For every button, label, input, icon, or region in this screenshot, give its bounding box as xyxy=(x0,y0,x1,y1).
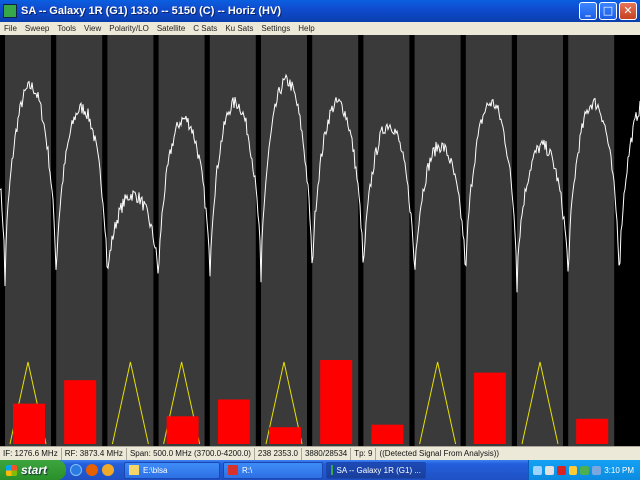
signal-bar xyxy=(217,399,250,444)
spectrum-analyzer-icon xyxy=(3,4,17,18)
status-rf: RF: 3873.4 MHz xyxy=(62,447,127,460)
channel-band xyxy=(414,35,461,446)
maximize-button[interactable]: □ xyxy=(599,2,617,20)
task-button-spectrum-analyzer[interactable]: SA -- Galaxy 1R (G1) ... xyxy=(326,461,426,479)
channel-band xyxy=(158,35,205,446)
spectrum-chart[interactable] xyxy=(0,35,640,446)
title-bar: SA -- Galaxy 1R (G1) 133.0 -- 5150 (C) -… xyxy=(0,0,640,22)
menu-settings[interactable]: Settings xyxy=(257,24,294,33)
signal-bar xyxy=(473,372,506,444)
media-player-icon[interactable] xyxy=(102,464,114,476)
folder-icon xyxy=(129,465,139,475)
channel-band xyxy=(261,35,307,446)
channel-band xyxy=(107,35,154,446)
signal-bar xyxy=(64,380,97,444)
status-message: ((Detected Signal From Analysis)) xyxy=(379,448,500,458)
menu-tools[interactable]: Tools xyxy=(53,24,80,33)
update-icon[interactable] xyxy=(580,465,590,475)
security-icon[interactable] xyxy=(568,465,578,475)
antivirus-icon[interactable] xyxy=(556,465,566,475)
signal-bar xyxy=(371,424,404,444)
spectrum-plot[interactable] xyxy=(0,35,640,446)
minimize-button[interactable]: _ xyxy=(579,2,597,20)
task-label: SA -- Galaxy 1R (G1) ... xyxy=(336,465,421,475)
menu-sweep[interactable]: Sweep xyxy=(21,24,53,33)
taskbar: start E:\blsa R:\ SA -- Galaxy 1R (G1) .… xyxy=(0,460,640,480)
signal-bar xyxy=(320,360,353,444)
signal-bar xyxy=(166,416,199,444)
channel-band xyxy=(568,35,615,446)
menu-satellite[interactable]: Satellite xyxy=(153,24,189,33)
channel-band xyxy=(363,35,410,446)
status-count: 3880/28534 xyxy=(302,447,352,460)
system-tray: 3:10 PM xyxy=(528,460,640,480)
ie-icon[interactable] xyxy=(70,464,82,476)
volume-icon[interactable] xyxy=(544,465,554,475)
start-button[interactable]: start xyxy=(0,460,66,480)
drive-icon xyxy=(228,465,238,475)
status-span: Span: 500.0 MHz (3700.0-4200.0) xyxy=(127,447,255,460)
usb-icon[interactable] xyxy=(592,465,602,475)
menu-ku-sats[interactable]: Ku Sats xyxy=(221,24,257,33)
task-label: E:\blsa xyxy=(143,465,168,475)
task-label: R:\ xyxy=(242,465,253,475)
channel-band xyxy=(209,35,256,446)
menu-c-sats[interactable]: C Sats xyxy=(189,24,221,33)
menu-file[interactable]: File xyxy=(0,24,21,33)
close-button[interactable]: ✕ xyxy=(619,2,637,20)
signal-bar xyxy=(13,403,45,444)
signal-bar xyxy=(269,427,301,444)
menu-bar: File Sweep Tools View Polarity/LO Satell… xyxy=(0,22,640,35)
firefox-icon[interactable] xyxy=(86,464,98,476)
status-if: IF: 1276.6 MHz xyxy=(0,447,62,460)
task-button-drive[interactable]: R:\ xyxy=(223,461,323,479)
spectrum-analyzer-icon xyxy=(331,465,333,475)
signal-bar xyxy=(576,418,609,444)
window-title: SA -- Galaxy 1R (G1) 133.0 -- 5150 (C) -… xyxy=(21,5,281,17)
clock: 3:10 PM xyxy=(604,465,634,475)
status-bar: IF: 1276.6 MHz RF: 3873.4 MHz Span: 500.… xyxy=(0,446,640,460)
channel-band xyxy=(5,35,51,446)
task-button-folder[interactable]: E:\blsa xyxy=(124,461,220,479)
menu-polarity-lo[interactable]: Polarity/LO xyxy=(105,24,153,33)
status-cursor: 238 2353.0 xyxy=(255,447,302,460)
windows-logo-icon xyxy=(6,464,17,476)
status-tp: Tp: 9 xyxy=(351,447,377,460)
start-label: start xyxy=(21,463,48,477)
menu-view[interactable]: View xyxy=(80,24,105,33)
menu-help[interactable]: Help xyxy=(294,24,318,33)
channel-band xyxy=(517,35,563,446)
network-icon[interactable] xyxy=(533,465,542,475)
